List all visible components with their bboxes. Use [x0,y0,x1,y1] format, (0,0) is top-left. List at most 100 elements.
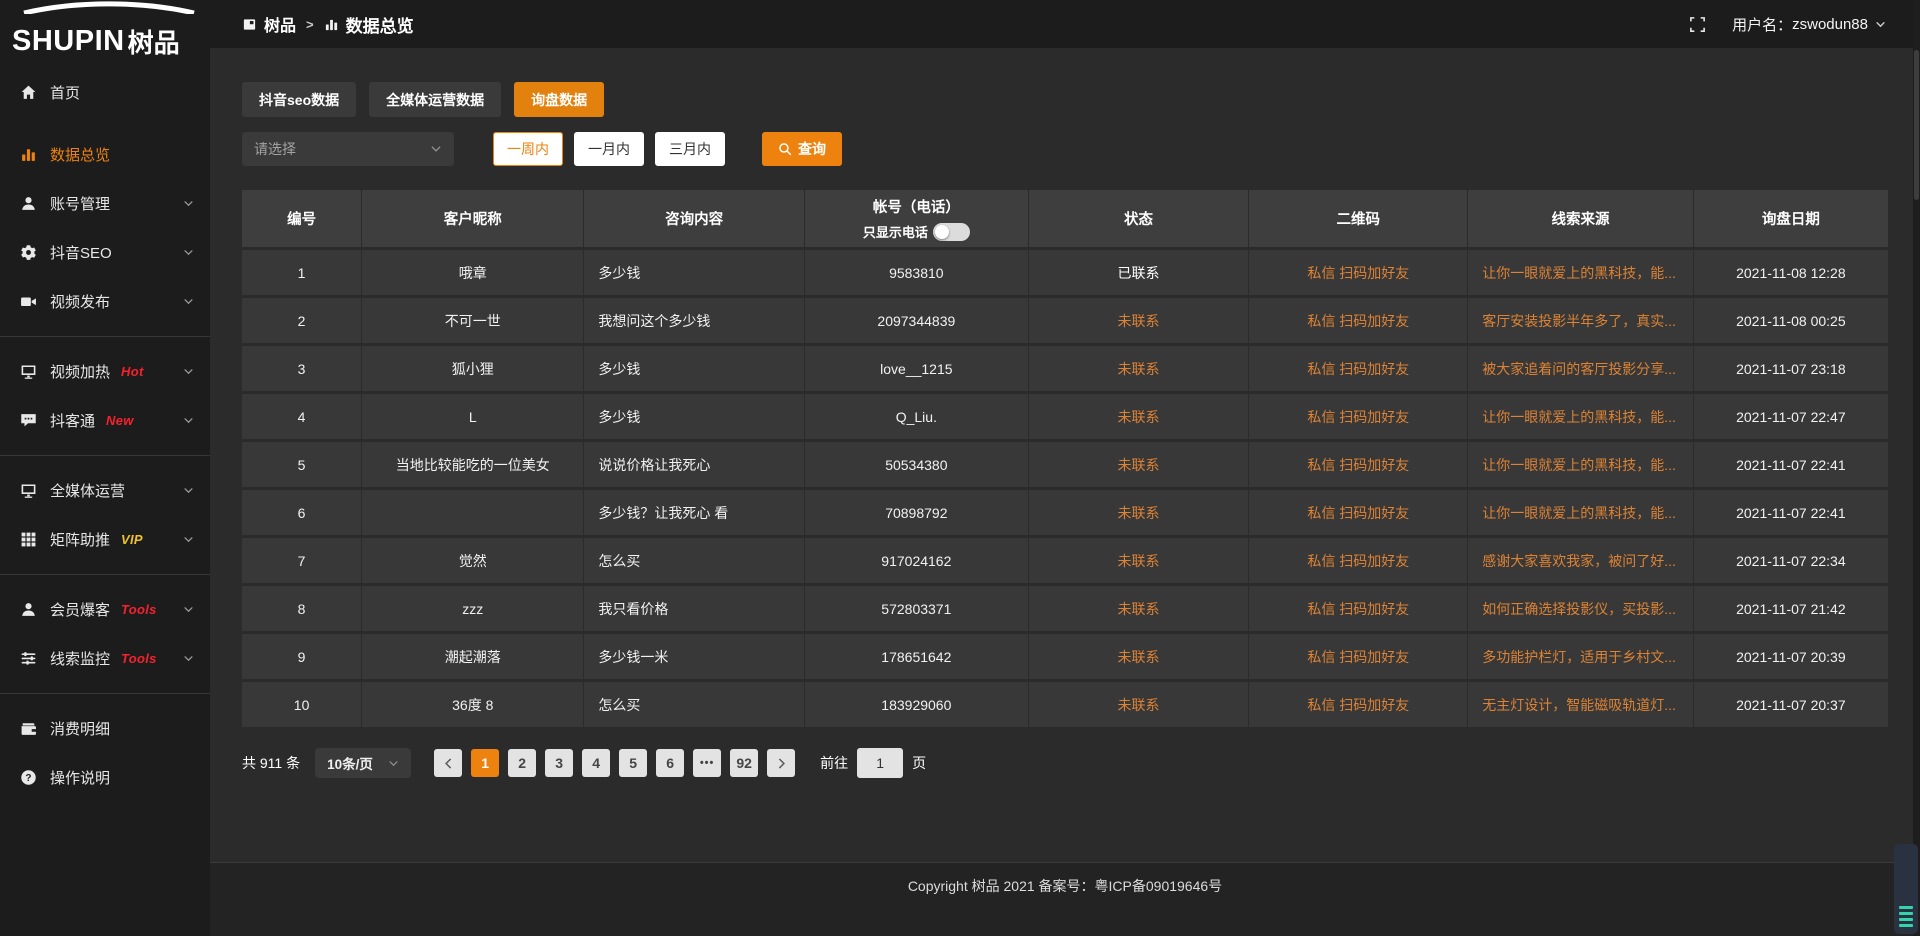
breadcrumb-item-current[interactable]: 数据总览 [324,12,414,37]
user-menu[interactable]: 用户名：zswodun88 [1732,14,1886,35]
sidebar-item-label: 视频加热 [50,361,110,382]
column-header-6: 线索来源 [1468,190,1694,250]
cell-id: 9 [242,634,362,682]
query-button[interactable]: 查询 [762,132,842,166]
filter-bar: 请选择 一周内一月内三月内 查询 [242,132,1888,166]
cell-account: love__1215 [805,346,1029,394]
sidebar-item-video-heat[interactable]: 视频加热Hot [0,347,210,396]
breadcrumb-separator: > [306,17,314,32]
cell-qr-link[interactable]: 私信 扫码加好友 [1249,394,1468,442]
cell-qr-link[interactable]: 私信 扫码加好友 [1249,634,1468,682]
tab-omni-media-data[interactable]: 全媒体运营数据 [369,82,501,117]
sidebar-item-douketong[interactable]: 抖客通New [0,396,210,445]
cell-status: 未联系 [1029,346,1250,394]
sidebar-item-clue-monitor[interactable]: 线索监控Tools [0,634,210,683]
table-row: 4L多少钱Q_Liu.未联系私信 扫码加好友让你一眼就爱上的黑科技，能...20… [242,394,1888,442]
table-row: 3狐小狸多少钱love__1215未联系私信 扫码加好友被大家追着问的客厅投影分… [242,346,1888,394]
page-ellipsis-button[interactable]: ••• [693,749,721,777]
cell-content: 多少钱一米 [584,634,805,682]
scrollbar-thumb[interactable] [1914,50,1919,200]
next-page-button[interactable] [767,749,795,777]
chevron-down-icon [1875,19,1886,30]
cell-qr-link[interactable]: 私信 扫码加好友 [1249,538,1468,586]
table-body: 1哦章多少钱9583810已联系私信 扫码加好友让你一眼就爱上的黑科技，能...… [242,250,1888,730]
cell-id: 4 [242,394,362,442]
page-button-2[interactable]: 2 [508,749,536,777]
sidebar-item-omni-media[interactable]: 全媒体运营 [0,466,210,515]
fullscreen-button[interactable] [1689,16,1706,33]
sidebar-divider [0,455,210,456]
cell-source-link[interactable]: 让你一眼就爱上的黑科技，能... [1468,490,1694,538]
table-row: 2不可一世我想问这个多少钱2097344839未联系私信 扫码加好友客厅安装投影… [242,298,1888,346]
scrollbar[interactable] [1913,0,1920,936]
cell-qr-link[interactable]: 私信 扫码加好友 [1249,442,1468,490]
cell-qr-link[interactable]: 私信 扫码加好友 [1249,682,1468,730]
sidebar-item-douyin-seo[interactable]: 抖音SEO [0,228,210,277]
chevron-down-icon [183,247,194,258]
sidebar-item-label: 操作说明 [50,767,110,788]
prev-page-button[interactable] [434,749,462,777]
cell-id: 3 [242,346,362,394]
period-button-one-month[interactable]: 一月内 [574,132,644,166]
phone-only-toggle[interactable] [933,223,970,241]
wallet-icon [20,720,37,737]
chevron-right-icon [776,758,787,769]
filter-select[interactable]: 请选择 [242,132,454,166]
cell-nickname [362,490,584,538]
sidebar-item-data-overview[interactable]: 数据总览 [0,130,210,179]
breadcrumb: 树品 > 数据总览 [242,12,414,37]
goto-page-input[interactable] [857,748,903,778]
page-button-1[interactable]: 1 [471,749,499,777]
chevron-down-icon [388,758,399,769]
cell-source-link[interactable]: 多功能护栏灯，适用于乡村文... [1468,634,1694,682]
phone-toggle-label: 只显示电话 [863,222,928,241]
table-row: 1哦章多少钱9583810已联系私信 扫码加好友让你一眼就爱上的黑科技，能...… [242,250,1888,298]
cell-qr-link[interactable]: 私信 扫码加好友 [1249,586,1468,634]
period-button-one-week[interactable]: 一周内 [493,132,563,166]
chevron-down-icon [183,485,194,496]
page-button-6[interactable]: 6 [656,749,684,777]
page-size-select[interactable]: 10条/页 [315,748,411,778]
breadcrumb-item-root[interactable]: 树品 [242,12,296,36]
cell-source-link[interactable]: 让你一眼就爱上的黑科技，能... [1468,394,1694,442]
sidebar-item-account-management[interactable]: 账号管理 [0,179,210,228]
tab-inquiry-data[interactable]: 询盘数据 [514,82,604,117]
cell-source-link[interactable]: 如何正确选择投影仪，买投影... [1468,586,1694,634]
column-header-1: 客户昵称 [362,190,584,250]
sidebar-item-member-baoke[interactable]: 会员爆客Tools [0,585,210,634]
cell-qr-link[interactable]: 私信 扫码加好友 [1249,346,1468,394]
cell-qr-link[interactable]: 私信 扫码加好友 [1249,298,1468,346]
cell-qr-link[interactable]: 私信 扫码加好友 [1249,490,1468,538]
cell-status: 未联系 [1029,634,1250,682]
sidebar-menu: 首页数据总览账号管理抖音SEO视频发布视频加热Hot抖客通New 全媒体运营矩阵助… [0,56,210,802]
column-header-label: 帐号（电话） [806,196,1027,217]
floating-widget[interactable] [1894,844,1918,934]
bar-chart-icon [324,17,339,32]
cell-date: 2021-11-07 23:18 [1694,346,1888,394]
cell-source-link[interactable]: 让你一眼就爱上的黑科技，能... [1468,442,1694,490]
cell-account: 917024162 [805,538,1029,586]
page-button-4[interactable]: 4 [582,749,610,777]
sidebar-item-consumption-detail[interactable]: 消费明细 [0,704,210,753]
sidebar-item-video-publish[interactable]: 视频发布 [0,277,210,326]
page-buttons: 123456 ••• 92 [471,749,758,777]
sidebar-item-home[interactable]: 首页 [0,68,210,117]
logo: SHUPIN 树品 [0,0,210,56]
sidebar-item-matrix-boost[interactable]: 矩阵助推VIP [0,515,210,564]
cell-source-link[interactable]: 让你一眼就爱上的黑科技，能... [1468,250,1694,298]
tab-douyin-seo-data[interactable]: 抖音seo数据 [242,82,356,117]
page-button-3[interactable]: 3 [545,749,573,777]
sidebar-item-operation-guide[interactable]: ?操作说明 [0,753,210,802]
page-button-92[interactable]: 92 [730,749,758,777]
sidebar-item-badge: Tools [121,602,157,617]
chevron-down-icon [183,198,194,209]
cell-source-link[interactable]: 被大家追着问的客厅投影分享... [1468,346,1694,394]
cell-source-link[interactable]: 客厅安装投影半年多了，真实... [1468,298,1694,346]
cell-source-link[interactable]: 感谢大家喜欢我家，被问了好... [1468,538,1694,586]
page-button-5[interactable]: 5 [619,749,647,777]
cell-qr-link[interactable]: 私信 扫码加好友 [1249,250,1468,298]
goto-page: 前往 页 [820,748,926,778]
goto-suffix: 页 [912,753,926,773]
period-button-three-months[interactable]: 三月内 [655,132,725,166]
cell-source-link[interactable]: 无主灯设计，智能磁吸轨道灯... [1468,682,1694,730]
